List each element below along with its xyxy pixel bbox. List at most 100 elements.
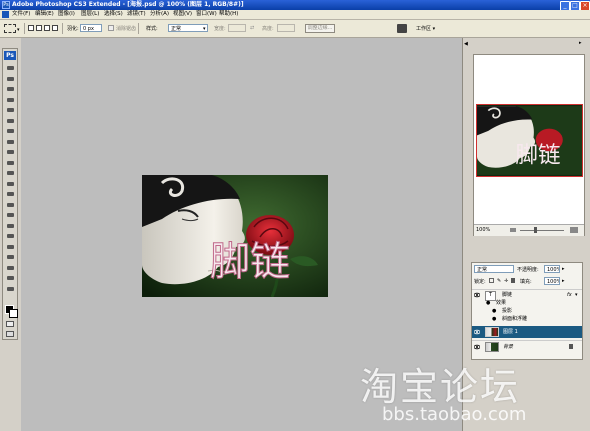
menu-edit[interactable]: 编辑(E) [35, 10, 54, 19]
navigator-thumbnail[interactable]: 脚链 [476, 104, 583, 177]
pen-tool-icon[interactable] [6, 212, 15, 218]
bevel-eye-icon[interactable]: ● [492, 316, 496, 322]
layer-row-selected[interactable]: 图层 1 [472, 326, 582, 338]
effects-header-row[interactable]: ● 效果 [486, 300, 506, 307]
eye-icon[interactable] [473, 329, 481, 335]
notes-tool-icon[interactable] [6, 254, 15, 260]
history-brush-tool-icon[interactable] [6, 160, 15, 166]
menu-bar: 文件(F) 编辑(E) 图像(I) 图层(L) 选择(S) 滤镜(T) 分析(A… [0, 10, 590, 20]
quick-mask-icon[interactable] [6, 321, 14, 327]
crop-tool-icon[interactable] [6, 107, 15, 113]
navigator-zoom-value[interactable]: 100% [476, 227, 490, 233]
fx-expand-icon[interactable]: ▾ [575, 290, 578, 300]
antialias-checkbox[interactable] [108, 25, 114, 31]
doc-icon[interactable] [2, 11, 9, 18]
eraser-tool-icon[interactable] [6, 170, 15, 176]
document-canvas[interactable]: 脚链 [142, 175, 328, 297]
add-selection-icon[interactable] [36, 25, 42, 31]
brush-tool-icon[interactable] [6, 139, 15, 145]
menu-view[interactable]: 视图(V) [173, 10, 192, 19]
lock-transparent-icon[interactable] [489, 278, 494, 283]
zoom-tool-icon[interactable] [6, 286, 15, 292]
watermark: 淘宝论坛 bbs.taobao.com [350, 354, 590, 431]
height-label: 高度: [262, 26, 274, 32]
blur-tool-icon[interactable] [6, 191, 15, 197]
lock-position-icon[interactable]: ✛ [504, 278, 508, 284]
menu-filter[interactable]: 滤镜(T) [127, 10, 146, 19]
zoom-out-icon[interactable] [510, 228, 516, 232]
swap-dimensions-icon[interactable]: ⇄ [250, 25, 254, 31]
fill-input[interactable]: 100% [544, 277, 560, 285]
clone-stamp-tool-icon[interactable] [6, 149, 15, 155]
options-bar: ▾ 羽化: 0 px 消除锯齿 样式: 正常 ▾ 宽度: ⇄ 高度: 调整边缘.… [0, 20, 590, 38]
feather-input[interactable]: 0 px [80, 24, 102, 32]
opacity-dropdown-icon[interactable]: ▸ [562, 266, 565, 272]
lock-image-icon[interactable]: ✎ [497, 278, 501, 284]
hand-tool-icon[interactable] [6, 275, 15, 281]
refine-edge-button[interactable]: 调整边缘... [305, 24, 335, 33]
new-selection-icon[interactable] [28, 25, 34, 31]
layer-row-text[interactable]: T 脚链 fx ▾ [472, 289, 582, 301]
gradient-tool-icon[interactable] [6, 181, 15, 187]
shape-tool-icon[interactable] [6, 244, 15, 250]
menu-help[interactable]: 帮助(H) [219, 10, 238, 19]
effects-header: 效果 [495, 300, 506, 306]
height-input[interactable] [277, 24, 295, 32]
layer-thumbnail [485, 327, 499, 337]
eye-icon[interactable] [473, 292, 481, 298]
healing-brush-tool-icon[interactable] [6, 128, 15, 134]
menu-image[interactable]: 图像(I) [58, 10, 75, 19]
layer-name[interactable]: 图层 1 [503, 327, 518, 337]
intersect-selection-icon[interactable] [52, 25, 58, 31]
menu-analysis[interactable]: 分析(A) [150, 10, 169, 19]
style-select[interactable]: 正常 [168, 24, 208, 32]
subtract-selection-icon[interactable] [44, 25, 50, 31]
marquee-tool-icon[interactable] [6, 76, 15, 82]
toolbox: Ps [2, 48, 18, 340]
effects-eye-icon[interactable]: ● [486, 300, 490, 306]
menu-select[interactable]: 选择(S) [104, 10, 123, 19]
fx-icon[interactable]: fx [567, 290, 572, 300]
marquee-tool-preset-icon[interactable] [4, 24, 16, 33]
fill-dropdown-icon[interactable]: ▸ [562, 278, 565, 284]
eye-icon[interactable] [473, 344, 481, 350]
eyedropper-tool-icon[interactable] [6, 265, 15, 271]
path-selection-tool-icon[interactable] [6, 233, 15, 239]
lock-all-icon[interactable] [511, 278, 515, 283]
brushes-palette-icon[interactable] [397, 24, 407, 33]
style-dropdown-icon[interactable]: ▾ [203, 26, 206, 32]
slice-tool-icon[interactable] [6, 118, 15, 124]
opacity-input[interactable]: 100% [544, 265, 560, 273]
background-color-swatch[interactable] [9, 309, 18, 318]
opacity-label: 不透明度: [517, 267, 539, 273]
workspace-button[interactable]: 工作区 ▾ [416, 25, 435, 32]
menu-file[interactable]: 文件(F) [12, 10, 30, 19]
layer-name[interactable]: 背景 [503, 342, 513, 352]
zoom-in-icon[interactable] [570, 227, 578, 233]
effect-row-drop-shadow[interactable]: ● 投影 [492, 308, 512, 315]
dock-collapse-icon[interactable]: ◀ [464, 41, 468, 47]
magic-wand-tool-icon[interactable] [6, 97, 15, 103]
preset-dropdown-icon[interactable]: ▾ [17, 27, 20, 33]
navigator-image: 脚链 [477, 106, 582, 175]
menu-layer[interactable]: 图层(L) [81, 10, 99, 19]
dodge-tool-icon[interactable] [6, 202, 15, 208]
type-tool-icon[interactable] [6, 223, 15, 229]
app-icon[interactable]: Ps [2, 1, 10, 9]
document-title-text: 脚链 [210, 239, 290, 285]
layer-name[interactable]: 脚链 [502, 290, 512, 300]
zoom-slider[interactable] [520, 230, 564, 231]
effect-row-bevel[interactable]: ● 斜面和浮雕 [492, 316, 527, 323]
document-image: 脚链 [142, 175, 328, 297]
menu-window[interactable]: 窗口(W) [196, 10, 217, 19]
layer-row-background[interactable]: 背景 [472, 340, 582, 353]
screen-mode-icon[interactable] [6, 331, 14, 337]
watermark-logo: 淘宝论坛 [360, 365, 521, 409]
drop-shadow-eye-icon[interactable]: ● [492, 308, 496, 314]
move-tool-icon[interactable] [6, 65, 15, 71]
blend-mode-select[interactable]: 正常 [474, 265, 514, 273]
lasso-tool-icon[interactable] [6, 86, 15, 92]
width-input[interactable] [228, 24, 246, 32]
zoom-slider-thumb[interactable] [534, 227, 537, 233]
panel-collapse-icon[interactable]: ▸ [579, 40, 582, 46]
